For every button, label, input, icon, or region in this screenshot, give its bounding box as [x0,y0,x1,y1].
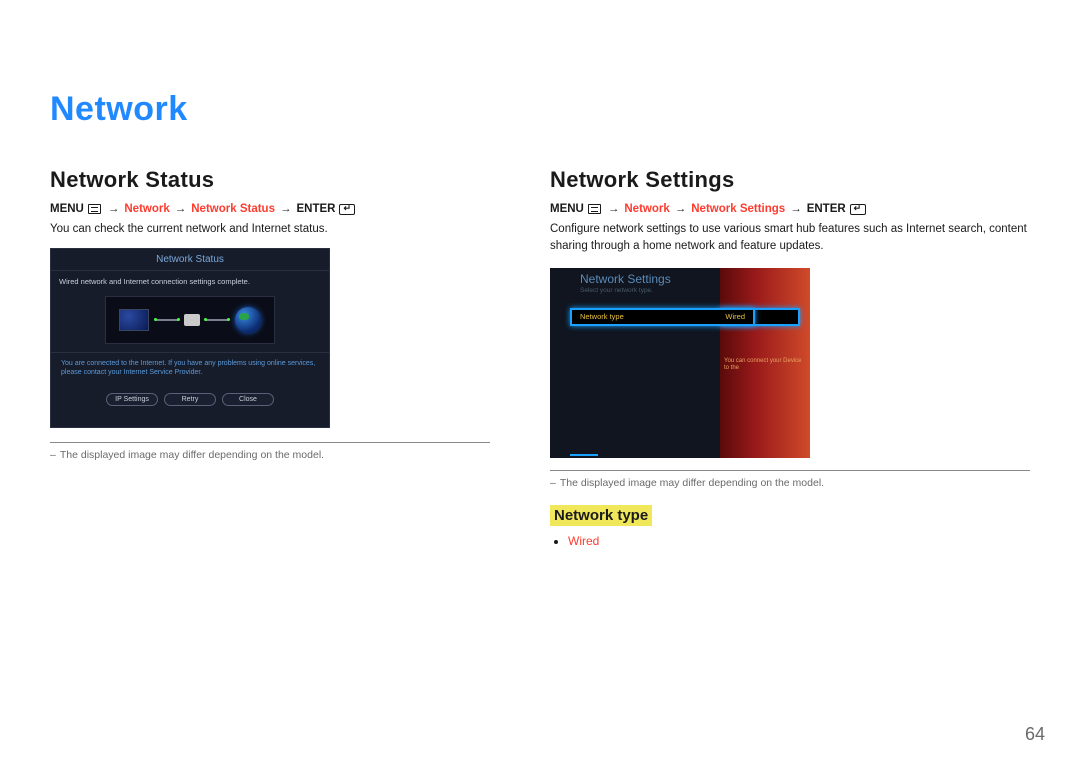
list-item: Wired [568,534,1030,548]
screenshot-network-settings: Network Settings Select your network typ… [550,268,810,458]
link-icon [156,319,178,321]
divider [550,470,1030,471]
column-left: Network Status MENU → Network → Network … [50,167,490,548]
arrow-icon: → [175,203,187,215]
arrow-icon: → [790,203,802,215]
page-number: 64 [1025,724,1045,745]
network-type-value: Wired [725,312,745,321]
connect-message: You can connect your Device to the [724,358,802,372]
section-title-network-settings: Network Settings [550,167,1030,193]
note-text: The displayed image may differ depending… [550,477,1030,489]
section-title-network-status: Network Status [50,167,490,193]
arrow-icon: → [280,203,292,215]
subheading-network-type: Network type [550,505,652,526]
nav-enter-label: ENTER [296,203,335,215]
breadcrumb-path-left: MENU → Network → Network Status → ENTER [50,203,490,215]
arrow-icon: → [608,203,620,215]
network-type-row[interactable]: Network type Wired [570,308,755,326]
close-button[interactable]: Close [222,393,274,406]
globe-icon [235,307,261,333]
screenshot-left-panel: Network Settings Select your network typ… [550,268,720,458]
content-columns: Network Status MENU → Network → Network … [50,167,1030,548]
breadcrumb-path-right: MENU → Network → Network Settings → ENTE… [550,203,1030,215]
screenshot-right-panel: W You can connect your Device to the [720,268,810,458]
screenshot-diagram [105,296,275,344]
screenshot-panel-subtitle: Select your network type. [580,287,720,294]
nav-item-network-status: Network Status [191,203,275,215]
screenshot-message: Wired network and Internet connection se… [51,271,329,292]
router-icon [184,314,200,326]
page-title: Network [50,90,1030,129]
description-text: You can check the current network and In… [50,221,490,238]
divider [50,442,490,443]
tab-underline [570,454,598,456]
menu-icon [88,204,101,214]
nav-item-network: Network [624,203,669,215]
tv-icon [119,309,149,331]
arrow-icon: → [108,203,120,215]
screenshot-info-text: You are connected to the Internet. If yo… [51,352,329,391]
nav-enter-label: ENTER [807,203,846,215]
nav-menu-label: MENU [50,203,84,215]
description-text: Configure network settings to use variou… [550,221,1030,256]
link-icon [206,319,228,321]
bullet-list: Wired [550,534,1030,548]
screenshot-title: Network Status [51,249,329,271]
enter-icon [850,204,866,215]
enter-icon [339,204,355,215]
retry-button[interactable]: Retry [164,393,216,406]
network-type-label: Network type [580,312,624,321]
nav-item-network-settings: Network Settings [691,203,785,215]
screenshot-panel-title: Network Settings [580,272,720,286]
nav-item-network: Network [124,203,169,215]
screenshot-button-row: IP Settings Retry Close [51,393,329,406]
screenshot-network-status: Network Status Wired network and Interne… [50,248,330,428]
ip-settings-button[interactable]: IP Settings [106,393,158,406]
nav-menu-label: MENU [550,203,584,215]
arrow-icon: → [675,203,687,215]
menu-icon [588,204,601,214]
column-right: Network Settings MENU → Network → Networ… [550,167,1030,548]
option-wired: Wired [568,534,599,548]
note-text: The displayed image may differ depending… [50,449,490,461]
